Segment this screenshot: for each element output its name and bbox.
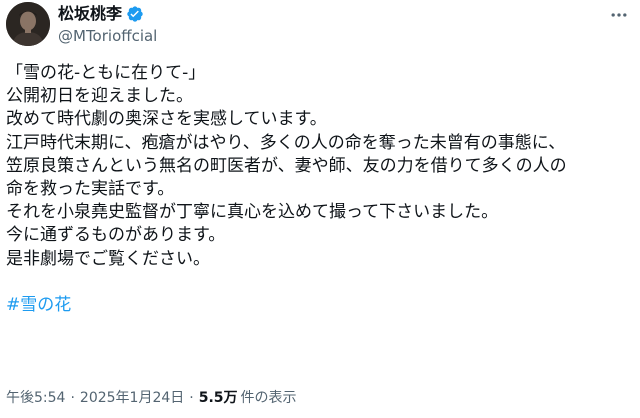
more-options-button[interactable] [604,4,634,26]
avatar[interactable] [6,2,50,46]
meta-separator: · [189,390,194,406]
tweet-line: それを小泉堯史監督が丁寧に真心を込めて撮って下さいました。 [6,202,499,223]
tweet: 松坂桃李 @MTorioffcial 「雪の花-ともに在りて-」 公開初日を迎え… [0,0,640,418]
views-label: 件の表示 [240,390,297,406]
author-name-row: 松坂桃李 [58,4,144,24]
tweet-line: 「雪の花-ともに在りて-」 [6,63,206,83]
views-count: 5.5万 [198,390,238,406]
tweet-line: 公開初日を迎えました。 [6,86,193,107]
tweet-line: 笠原良策さんという無名の町医者が、妻や師、友の力を借りて多くの人の [6,155,567,176]
tweet-time[interactable]: 午後5:54 [6,388,65,408]
tweet-meta: 午後5:54 · 2025年1月24日 · 5.5万 件の表示 [6,388,297,408]
meta-separator: · [70,390,75,406]
tweet-text: 「雪の花-ともに在りて-」 公開初日を迎えました。 改めて時代劇の奥深さを実感し… [6,62,634,317]
display-name[interactable]: 松坂桃李 [58,4,122,24]
hashtag-link[interactable]: #雪の花 [6,294,71,317]
verified-badge-icon [126,5,144,23]
tweet-line: 改めて時代劇の奥深さを実感しています。 [6,109,327,130]
author-handle[interactable]: @MTorioffcial [58,26,157,46]
tweet-line: 命を救った実話です。 [6,179,175,200]
avatar-image [6,2,50,46]
tweet-line: 是非劇場でご覧ください。 [6,248,210,269]
more-horizontal-icon [611,13,627,17]
tweet-line: 江戸時代末期に、疱瘡がはやり、多くの人の命を奪った未曾有の事態に、 [6,132,566,153]
tweet-date[interactable]: 2025年1月24日 [80,388,184,408]
tweet-line: 今に通ずるものがあります。 [6,225,226,246]
